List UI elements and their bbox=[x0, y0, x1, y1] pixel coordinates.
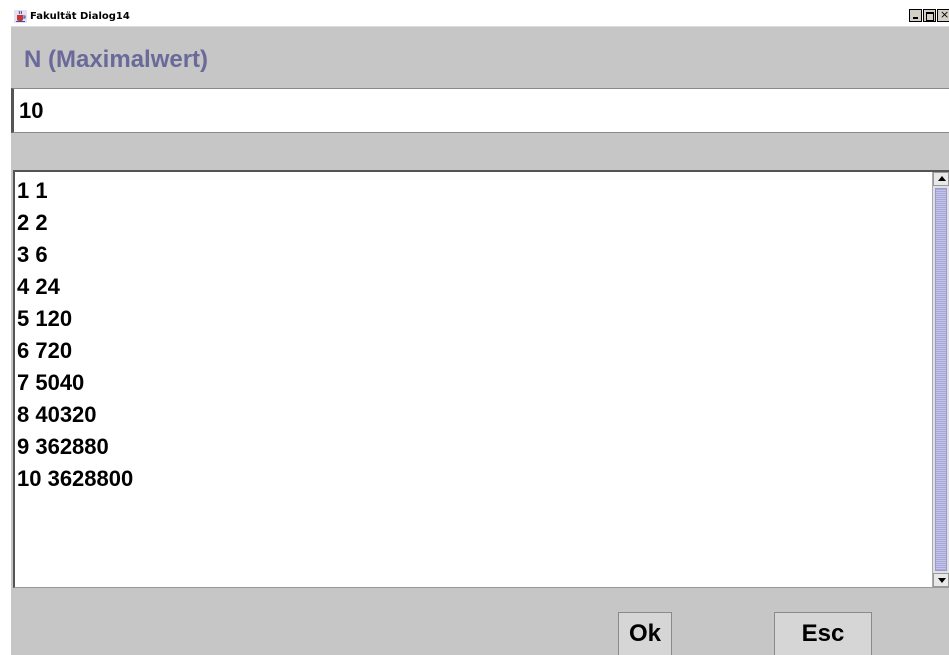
n-max-label: N (Maximalwert) bbox=[24, 46, 209, 73]
ok-button[interactable]: Ok bbox=[618, 612, 672, 655]
results-list: 1 1 2 2 3 6 4 24 5 120 6 720 7 5040 8 40320 9 36… bbox=[15, 172, 933, 587]
result-row: 4 24 bbox=[17, 274, 60, 299]
window-title: Fakultät Dialog14 bbox=[30, 11, 130, 22]
result-row: 3 6 bbox=[17, 242, 48, 267]
java-cup-icon bbox=[14, 10, 27, 23]
scroll-up-arrow-icon[interactable] bbox=[933, 172, 949, 186]
result-row: 7 5040 bbox=[17, 370, 85, 395]
title-bar[interactable]: Fakultät Dialog14 × bbox=[11, 8, 949, 27]
results-area[interactable]: 1 1 2 2 3 6 4 24 5 120 6 720 7 5040 8 40320 9 36… bbox=[13, 170, 949, 588]
window-controls: × bbox=[908, 8, 949, 22]
result-row: 10 3628800 bbox=[17, 466, 134, 491]
close-icon: × bbox=[940, 8, 949, 21]
n-max-input[interactable] bbox=[11, 88, 949, 133]
result-row: 6 720 bbox=[17, 338, 73, 363]
esc-button[interactable]: Esc bbox=[774, 612, 872, 655]
result-row: 8 40320 bbox=[17, 402, 97, 427]
result-row: 2 2 bbox=[17, 210, 48, 235]
result-row: 1 1 bbox=[17, 178, 48, 203]
scrollbar-thumb[interactable] bbox=[935, 188, 947, 571]
dialog-window: Fakultät Dialog14 × N (Maximalwert) 1 1 2… bbox=[10, 8, 949, 655]
maximize-button[interactable] bbox=[923, 9, 936, 22]
result-row: 9 362880 bbox=[17, 434, 109, 459]
result-row: 5 120 bbox=[17, 306, 73, 331]
scroll-down-arrow-icon[interactable] bbox=[933, 573, 949, 587]
close-button[interactable]: × bbox=[937, 8, 949, 22]
minimize-button[interactable] bbox=[909, 9, 922, 22]
vertical-scrollbar[interactable] bbox=[932, 172, 949, 587]
